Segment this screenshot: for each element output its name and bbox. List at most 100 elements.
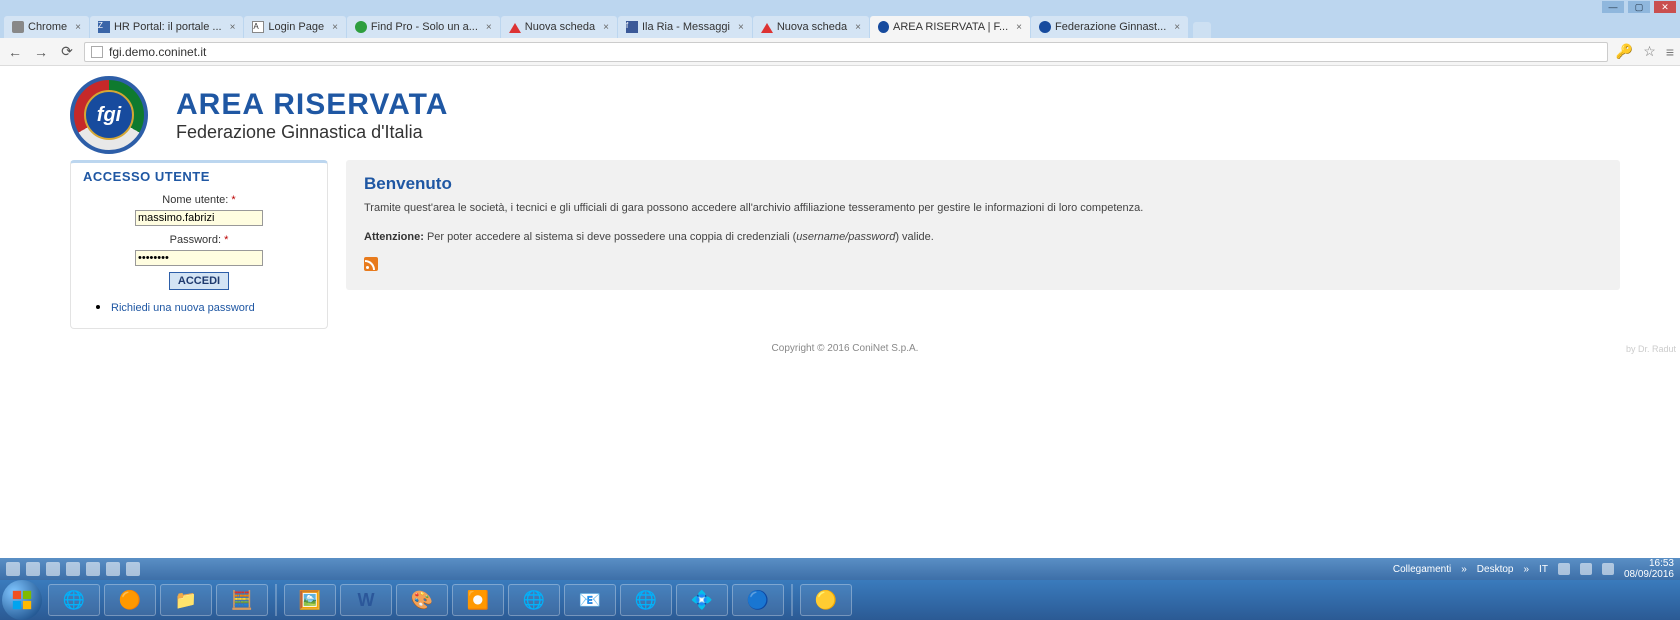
tab-nuova-scheda-1[interactable]: Nuova scheda × xyxy=(501,16,617,38)
welcome-warning: Attenzione: Per poter accedere al sistem… xyxy=(364,231,1602,243)
favicon-fgi xyxy=(878,21,889,33)
tray-icon[interactable] xyxy=(86,562,100,576)
favicon-green xyxy=(355,21,367,33)
task-app2[interactable]: ⏺️ xyxy=(452,584,504,616)
task-word[interactable]: W xyxy=(340,584,392,616)
close-tab-icon[interactable]: × xyxy=(1174,22,1180,33)
close-tab-icon[interactable]: × xyxy=(75,22,81,33)
theme-watermark: by Dr. Radut xyxy=(1626,344,1676,354)
taskbar: 🌐 🟠 📁 🧮 🖼️ W 🎨 ⏺️ 🌐 📧 🌐 💠 🔵 🟡 xyxy=(0,580,1680,620)
password-input[interactable] xyxy=(135,250,263,266)
close-tab-icon[interactable]: × xyxy=(230,22,236,33)
login-title: ACCESSO UTENTE xyxy=(83,169,315,184)
welcome-intro: Tramite quest'area le società, i tecnici… xyxy=(364,200,1602,217)
copyright: Copyright © 2016 ConiNet S.p.A. xyxy=(70,343,1620,354)
task-chrome[interactable]: 🟡 xyxy=(800,584,852,616)
addr-icons: 🔑 ☆ ≡ xyxy=(1616,43,1674,60)
page-icon xyxy=(91,46,103,58)
fgi-logo xyxy=(70,76,148,154)
favicon-z: Z xyxy=(98,21,110,33)
task-calc[interactable]: 🧮 xyxy=(216,584,268,616)
tray-icon[interactable] xyxy=(26,562,40,576)
favicon-a: A xyxy=(252,21,264,33)
url-text: fgi.demo.coninet.it xyxy=(109,45,206,59)
task-media[interactable]: 🟠 xyxy=(104,584,156,616)
close-window-button[interactable]: ✕ xyxy=(1654,1,1676,13)
tab-federazione[interactable]: Federazione Ginnast... × xyxy=(1031,16,1188,38)
task-app4[interactable]: 💠 xyxy=(676,584,728,616)
tray-links-label[interactable]: Collegamenti xyxy=(1393,564,1451,575)
tray-volume-icon[interactable] xyxy=(1602,563,1614,575)
tray-lang[interactable]: IT xyxy=(1539,564,1548,575)
bookmark-star-icon[interactable]: ☆ xyxy=(1643,43,1656,60)
tray-desktop-label[interactable]: Desktop xyxy=(1477,564,1514,575)
close-tab-icon[interactable]: × xyxy=(603,22,609,33)
tab-ila-ria[interactable]: f Ila Ria - Messaggi × xyxy=(618,16,752,38)
tab-label: Ila Ria - Messaggi xyxy=(642,21,730,33)
submit-button[interactable]: ACCEDI xyxy=(169,272,229,290)
tab-label: Login Page xyxy=(268,21,324,33)
tab-login-page[interactable]: A Login Page × xyxy=(244,16,346,38)
window-controls: — ▢ ✕ xyxy=(0,0,1680,14)
tab-area-riservata[interactable]: AREA RISERVATA | F... × xyxy=(870,16,1030,38)
tab-label: HR Portal: il portale ... xyxy=(114,21,222,33)
tray-icon[interactable] xyxy=(6,562,20,576)
tab-label: AREA RISERVATA | F... xyxy=(893,21,1008,33)
tab-hr-portal[interactable]: Z HR Portal: il portale ... × xyxy=(90,16,243,38)
forgot-password-link[interactable]: Richiedi una nuova password xyxy=(111,302,255,314)
tab-label: Nuova scheda xyxy=(777,21,847,33)
tab-find-pro[interactable]: Find Pro - Solo un a... × xyxy=(347,16,500,38)
password-label: Password: * xyxy=(170,234,229,246)
site-header: AREA RISERVATA Federazione Ginnastica d'… xyxy=(70,76,1620,160)
favicon-y xyxy=(509,21,521,33)
tab-label: Find Pro - Solo un a... xyxy=(371,21,478,33)
main-panel: Benvenuto Tramite quest'area le società,… xyxy=(346,160,1620,290)
menu-icon[interactable]: ≡ xyxy=(1666,44,1674,60)
page-icon xyxy=(12,21,24,33)
rss-icon[interactable] xyxy=(364,257,378,271)
task-app5[interactable]: 🔵 xyxy=(732,584,784,616)
tray-icon[interactable] xyxy=(126,562,140,576)
forward-button[interactable]: → xyxy=(32,43,50,61)
page-subtitle: Federazione Ginnastica d'Italia xyxy=(176,122,448,143)
close-tab-icon[interactable]: × xyxy=(1016,22,1022,33)
task-outlook[interactable]: 📧 xyxy=(564,584,616,616)
back-button[interactable]: ← xyxy=(6,43,24,61)
close-tab-icon[interactable]: × xyxy=(332,22,338,33)
tab-chrome[interactable]: Chrome × xyxy=(4,16,89,38)
welcome-heading: Benvenuto xyxy=(364,174,1602,194)
minimize-button[interactable]: — xyxy=(1602,1,1624,13)
tab-strip: Chrome × Z HR Portal: il portale ... × A… xyxy=(0,14,1680,38)
task-ie[interactable]: 🌐 xyxy=(48,584,100,616)
tray-flag-icon[interactable] xyxy=(1558,563,1570,575)
task-explorer[interactable]: 📁 xyxy=(160,584,212,616)
task-paint[interactable]: 🎨 xyxy=(396,584,448,616)
tray-network-icon[interactable] xyxy=(1580,563,1592,575)
favicon-y xyxy=(761,21,773,33)
saved-password-icon[interactable]: 🔑 xyxy=(1616,43,1633,60)
start-button[interactable] xyxy=(2,580,42,620)
tray-icon[interactable] xyxy=(46,562,60,576)
url-input[interactable]: fgi.demo.coninet.it xyxy=(84,42,1608,62)
page-title: AREA RISERVATA xyxy=(176,88,448,122)
task-app3[interactable]: 🌐 xyxy=(508,584,560,616)
page-body: AREA RISERVATA Federazione Ginnastica d'… xyxy=(0,66,1680,558)
close-tab-icon[interactable]: × xyxy=(855,22,861,33)
close-tab-icon[interactable]: × xyxy=(486,22,492,33)
reload-button[interactable]: ⟳ xyxy=(58,43,76,61)
task-app1[interactable]: 🖼️ xyxy=(284,584,336,616)
tab-label: Nuova scheda xyxy=(525,21,595,33)
tray-clock[interactable]: 16:53 08/09/2016 xyxy=(1624,558,1674,580)
tray-icon[interactable] xyxy=(66,562,80,576)
tray-icon[interactable] xyxy=(106,562,120,576)
new-tab-button[interactable] xyxy=(1193,22,1211,38)
quick-launch-bar: Collegamenti » Desktop » IT 16:53 08/09/… xyxy=(0,558,1680,580)
task-ie2[interactable]: 🌐 xyxy=(620,584,672,616)
favicon-fb: f xyxy=(626,21,638,33)
username-input[interactable] xyxy=(135,210,263,226)
close-tab-icon[interactable]: × xyxy=(738,22,744,33)
login-box: ACCESSO UTENTE Nome utente: * Password: … xyxy=(70,160,328,329)
username-label: Nome utente: * xyxy=(162,194,235,206)
maximize-button[interactable]: ▢ xyxy=(1628,1,1650,13)
tab-nuova-scheda-2[interactable]: Nuova scheda × xyxy=(753,16,869,38)
